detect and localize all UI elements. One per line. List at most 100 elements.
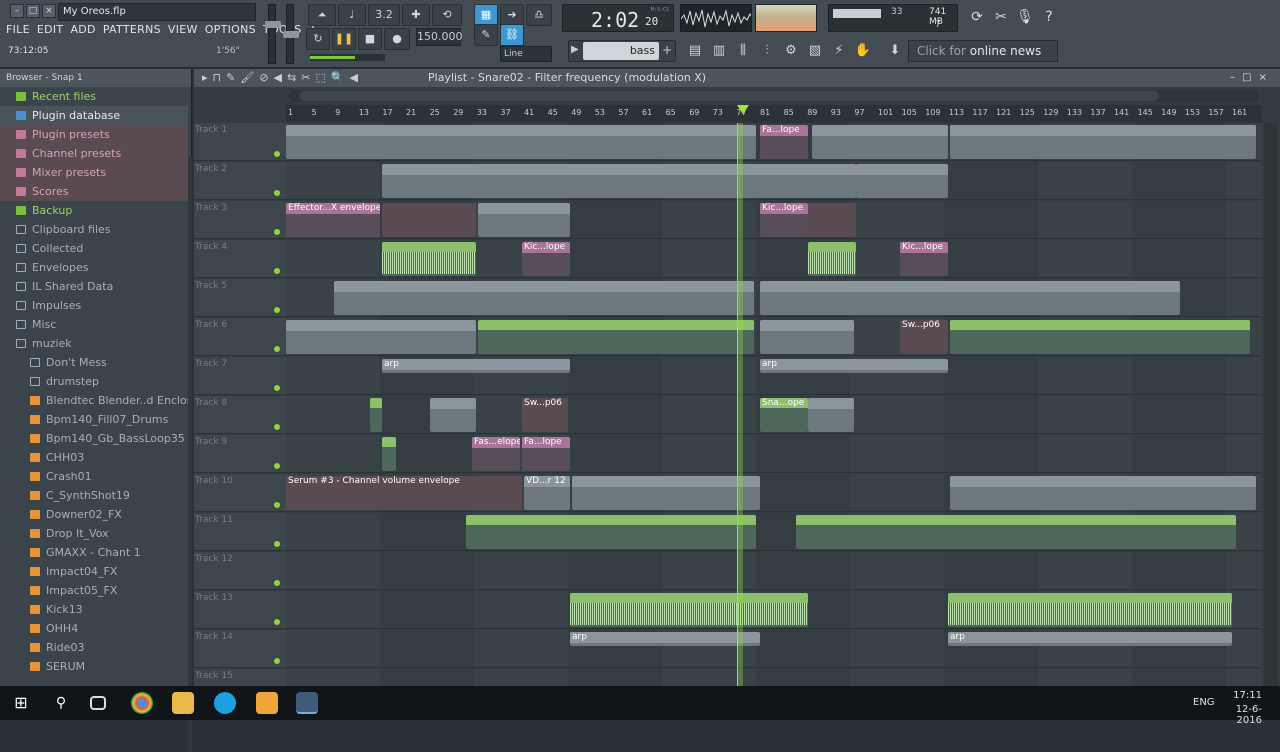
audio-clip[interactable] <box>382 437 396 471</box>
track-mute-led[interactable] <box>274 463 280 469</box>
browser-item[interactable]: muziek <box>0 334 188 353</box>
download-icon[interactable]: ⬇ <box>884 40 906 62</box>
lane-track-12[interactable] <box>286 552 1262 590</box>
chrome-icon[interactable] <box>131 692 153 714</box>
pattern-clip[interactable] <box>808 398 854 432</box>
master-volume-slider[interactable] <box>265 4 281 64</box>
audio-clip[interactable] <box>382 242 476 276</box>
pattern-name[interactable]: bass <box>583 42 659 60</box>
lane-track-5[interactable] <box>286 279 1262 317</box>
slip-icon[interactable]: ⇆ <box>287 71 301 84</box>
pattern-clip[interactable] <box>382 203 476 237</box>
audio-clip[interactable]: Sw...p06 <box>900 320 948 354</box>
snap-select[interactable]: Line <box>500 46 552 62</box>
fl-studio-icon[interactable] <box>256 692 278 714</box>
pattern-clip[interactable] <box>286 125 756 159</box>
browser-item[interactable]: CHH03 <box>0 448 188 467</box>
track-mute-led[interactable] <box>274 346 280 352</box>
lane-track-9[interactable]: Fas...elope Fa...lope <box>286 435 1262 473</box>
lane-track-14[interactable]: arp arp <box>286 630 1262 668</box>
pattern-clip[interactable]: arp <box>948 632 1232 646</box>
stop-button[interactable]: ■ <box>358 28 382 50</box>
browser-scrollbar[interactable] <box>188 156 192 752</box>
audio-clip[interactable] <box>796 515 1236 549</box>
pencil-icon[interactable]: ✎ <box>226 71 240 84</box>
lane-track-15[interactable] <box>286 669 1262 686</box>
tray-time[interactable]: 17:11 <box>1228 690 1262 701</box>
link-icon[interactable]: ⛓ <box>500 24 524 46</box>
app-icon[interactable] <box>296 692 318 714</box>
track-mute-led[interactable] <box>274 502 280 508</box>
pattern-clip[interactable] <box>572 476 760 510</box>
track-header[interactable]: Track 7 <box>194 357 286 395</box>
audio-clip[interactable]: Sw...p06 <box>522 398 568 432</box>
minimize-icon[interactable]: – <box>1230 72 1242 83</box>
help-icon[interactable]: ? <box>1038 6 1060 28</box>
playlist-snap-icon[interactable]: ▦ <box>474 4 498 26</box>
draw-tool-icon[interactable]: ✎ <box>474 24 498 46</box>
channel-rack-icon[interactable]: ⫼ <box>732 40 754 62</box>
menu-file[interactable]: FILE <box>6 23 30 39</box>
pattern-mode-display[interactable]: 3.2 <box>368 4 400 26</box>
loop-record-button[interactable]: ⟲ <box>432 4 462 26</box>
lane-track-8[interactable]: Sw...p06 Sna...ope <box>286 396 1262 434</box>
zoom-icon[interactable]: 🔍 <box>331 71 350 84</box>
track-mute-led[interactable] <box>274 541 280 547</box>
pattern-clip[interactable]: VD...r 12 <box>524 476 570 510</box>
pattern-clip[interactable] <box>812 125 948 159</box>
track-header[interactable]: Track 13 <box>194 591 286 629</box>
pattern-clip[interactable]: arp <box>760 359 948 373</box>
tray-language[interactable]: ENG <box>1193 697 1215 708</box>
track-mute-led[interactable] <box>274 580 280 586</box>
refresh-icon[interactable]: ⟳ <box>966 6 988 28</box>
skype-icon[interactable] <box>214 692 236 714</box>
online-news-button[interactable]: Click for online news <box>908 40 1058 62</box>
task-view-icon[interactable] <box>90 696 106 710</box>
lane-track-11[interactable] <box>286 513 1262 551</box>
menu-add[interactable]: ADD <box>70 23 95 39</box>
mute-tool-icon[interactable]: ◀ <box>274 71 287 84</box>
track-mute-led[interactable] <box>274 307 280 313</box>
track-header[interactable]: Track 12 <box>194 552 286 590</box>
browser-item[interactable]: Plugin presets <box>0 125 188 144</box>
plugin-picker-icon[interactable]: ⚙ <box>780 40 802 62</box>
start-icon[interactable]: ⊞ <box>10 692 32 714</box>
track-mute-led[interactable] <box>274 385 280 391</box>
scrollbar-thumb[interactable] <box>299 91 1159 101</box>
menu-view[interactable]: VIEW <box>168 23 198 39</box>
browser-item[interactable]: Bpm140_Gb_BassLoop35 <box>0 429 188 448</box>
track-header[interactable]: Track 4 <box>194 240 286 278</box>
track-mute-led[interactable] <box>274 424 280 430</box>
pattern-clip[interactable]: arp <box>382 359 570 373</box>
loop-icon[interactable]: ↻ <box>306 28 330 50</box>
track-mute-led[interactable] <box>274 658 280 664</box>
browser-item[interactable]: Clipboard files <box>0 220 188 239</box>
track-header[interactable]: Track 8 <box>194 396 286 434</box>
automation-clip[interactable]: Fa...lope <box>522 437 570 471</box>
track-header[interactable]: Track 9 <box>194 435 286 473</box>
record-button[interactable]: ● <box>384 28 410 50</box>
pattern-song-toggle[interactable]: ⏶ <box>308 4 336 26</box>
automation-clip[interactable]: Kic...lope <box>900 242 948 276</box>
audio-clip[interactable] <box>466 515 756 549</box>
browser-item[interactable]: Ride03 <box>0 638 188 657</box>
search-icon[interactable]: ⚲ <box>50 692 72 714</box>
metronome-button[interactable]: ♩ <box>338 4 366 26</box>
pause-button[interactable]: ❚❚ <box>332 28 356 50</box>
audio-clip[interactable] <box>478 320 754 354</box>
pattern-clip[interactable] <box>760 320 854 354</box>
bell-icon[interactable]: ♎ <box>526 4 552 26</box>
tray-date[interactable]: 12-6-2016 <box>1220 704 1262 726</box>
browser-item[interactable]: Plugin database <box>0 106 188 125</box>
audio-clip[interactable] <box>948 593 1232 627</box>
browser-item[interactable]: Recent files <box>0 87 188 106</box>
pattern-prev-icon[interactable]: ▶ <box>571 44 579 55</box>
audio-clip[interactable] <box>808 242 856 276</box>
browser-item[interactable]: Backup <box>0 201 188 220</box>
track-header[interactable]: Track 3 <box>194 201 286 239</box>
close-icon[interactable]: × <box>1259 72 1274 83</box>
microphone-icon[interactable]: 🎙 <box>1014 6 1036 28</box>
pattern-clip[interactable] <box>760 281 1180 315</box>
pattern-clip[interactable] <box>286 320 476 354</box>
browser-item[interactable]: Misc <box>0 315 188 334</box>
